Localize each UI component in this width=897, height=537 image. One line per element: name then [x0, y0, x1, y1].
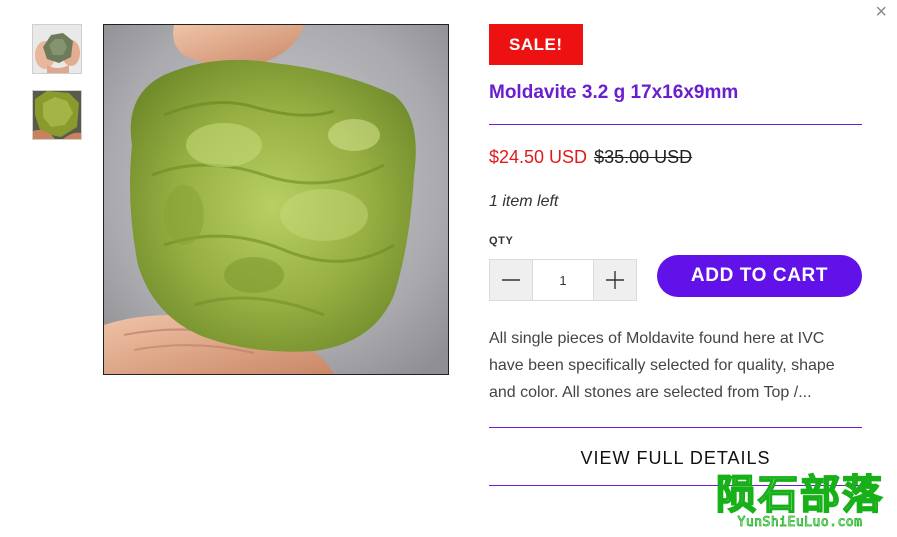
product-description: All single pieces of Moldavite found her… — [489, 330, 835, 401]
thumbnail-list — [32, 24, 82, 156]
minus-icon — [502, 279, 520, 281]
add-to-cart-button[interactable]: ADD TO CART — [657, 255, 862, 297]
qty-label: QTY — [489, 235, 514, 247]
product-title[interactable]: Moldavite 3.2 g 17x16x9mm — [489, 81, 862, 105]
product-thumbnail-2[interactable] — [32, 90, 82, 140]
watermark: 陨石部落 YunShiEuLuo.com — [710, 472, 890, 530]
product-thumbnail-1[interactable] — [32, 24, 82, 74]
moldavite-thumbnail-image — [33, 91, 81, 139]
watermark-chinese-text: 陨石部落 — [715, 472, 884, 518]
quantity-input[interactable] — [532, 260, 594, 300]
plus-icon — [606, 271, 624, 289]
divider — [489, 124, 862, 125]
sale-badge: SALE! — [489, 24, 583, 65]
decrease-quantity-button[interactable] — [490, 260, 532, 300]
view-full-details-link[interactable]: VIEW FULL DETAILS — [489, 448, 862, 469]
moldavite-photo — [104, 25, 448, 374]
close-icon[interactable]: × — [875, 2, 887, 22]
product-main-image — [103, 24, 449, 375]
moldavite-thumbnail-image — [33, 25, 81, 73]
compare-at-price: $35.00 USD — [594, 147, 693, 167]
watermark-url-text: YunShiEuLuo.com — [737, 515, 863, 530]
product-info: SALE! Moldavite 3.2 g 17x16x9mm $24.50 U… — [489, 24, 862, 486]
quantity-stepper — [489, 259, 637, 301]
increase-quantity-button[interactable] — [594, 260, 636, 300]
quantity-and-cart-row: ADD TO CART — [489, 255, 862, 301]
price-row: $24.50 USD $35.00 USD — [489, 146, 862, 168]
quick-view-modal: × SALE! Moldavite 3.2 g 17x16x9mm $24.50… — [0, 0, 897, 537]
stock-note: 1 item left — [489, 193, 559, 210]
divider — [489, 427, 862, 428]
sale-price: $24.50 USD — [489, 147, 588, 167]
